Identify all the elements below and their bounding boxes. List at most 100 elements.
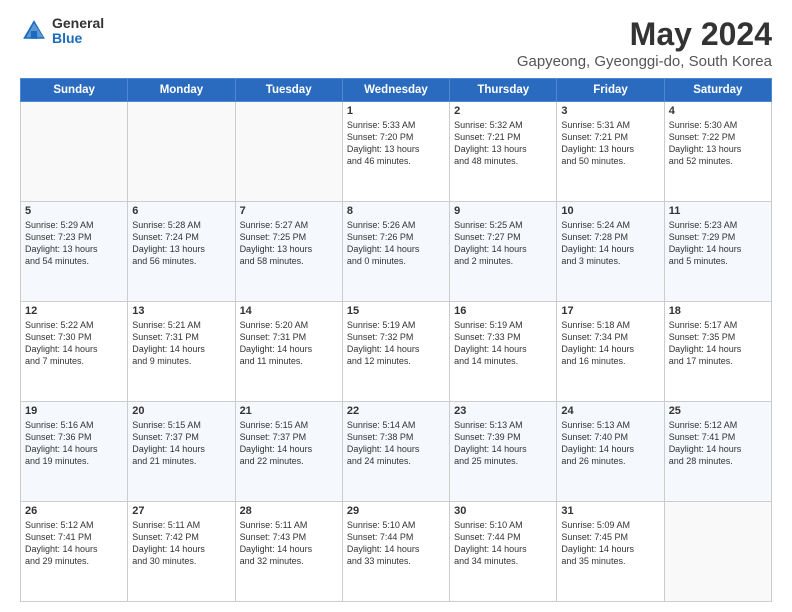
day-info: Sunrise: 5:19 AM Sunset: 7:32 PM Dayligh… [347,319,445,368]
day-info: Sunrise: 5:30 AM Sunset: 7:22 PM Dayligh… [669,119,767,168]
calendar-cell: 30Sunrise: 5:10 AM Sunset: 7:44 PM Dayli… [450,502,557,602]
day-number: 5 [25,205,123,217]
day-info: Sunrise: 5:19 AM Sunset: 7:33 PM Dayligh… [454,319,552,368]
day-info: Sunrise: 5:11 AM Sunset: 7:42 PM Dayligh… [132,519,230,568]
day-number: 28 [240,505,338,517]
day-number: 1 [347,105,445,117]
day-number: 13 [132,305,230,317]
calendar-page: General Blue May 2024 Gapyeong, Gyeonggi… [0,0,792,612]
logo-text: General Blue [52,16,104,47]
day-info: Sunrise: 5:11 AM Sunset: 7:43 PM Dayligh… [240,519,338,568]
calendar-cell: 12 Sunrise: 5:22 AM Sunset: 7:30 PM Dayli… [21,302,128,402]
day-header-tuesday: Tuesday [235,79,342,102]
calendar-cell: 5 Sunrise: 5:29 AM Sunset: 7:23 PM Daylig… [21,202,128,302]
day-info: Sunrise: 5:14 AM Sunset: 7:38 PM Dayligh… [347,419,445,468]
week-row-2: 5 Sunrise: 5:29 AM Sunset: 7:23 PM Daylig… [21,202,772,302]
day-info: Sunrise: 5:12 AM Sunset: 7:41 PM Dayligh… [25,519,123,568]
day-number: 25 [669,405,767,417]
calendar-cell: 6Sunrise: 5:28 AM Sunset: 7:24 PM Daylig… [128,202,235,302]
calendar-cell: 24 Sunrise: 5:13 AM Sunset: 7:40 PM Dayli… [557,402,664,502]
day-info: Sunrise: 5:16 AM Sunset: 7:36 PM Dayligh… [25,419,123,468]
day-header-saturday: Saturday [664,79,771,102]
calendar-cell: 21 Sunrise: 5:15 AM Sunset: 7:37 PM Dayli… [235,402,342,502]
day-number: 23 [454,405,552,417]
day-info: Sunrise: 5:33 AM Sunset: 7:20 PM Dayligh… [347,119,445,168]
day-header-wednesday: Wednesday [342,79,449,102]
day-number: 19 [25,405,123,417]
calendar-cell: 23Sunrise: 5:13 AM Sunset: 7:39 PM Dayli… [450,402,557,502]
header-row: SundayMondayTuesdayWednesdayThursdayFrid… [21,79,772,102]
day-number: 7 [240,205,338,217]
day-number: 10 [561,205,659,217]
calendar-cell [21,102,128,202]
calendar-cell: 22 Sunrise: 5:14 AM Sunset: 7:38 PM Dayli… [342,402,449,502]
calendar-cell: 25 Sunrise: 5:12 AM Sunset: 7:41 PM Dayli… [664,402,771,502]
calendar-cell: 4 Sunrise: 5:30 AM Sunset: 7:22 PM Daylig… [664,102,771,202]
day-header-thursday: Thursday [450,79,557,102]
week-row-1: 1 Sunrise: 5:33 AM Sunset: 7:20 PM Daylig… [21,102,772,202]
day-number: 20 [132,405,230,417]
calendar-cell: 8Sunrise: 5:26 AM Sunset: 7:26 PM Daylig… [342,202,449,302]
calendar-cell: 17 Sunrise: 5:18 AM Sunset: 7:34 PM Dayli… [557,302,664,402]
calendar-cell [235,102,342,202]
day-info: Sunrise: 5:29 AM Sunset: 7:23 PM Dayligh… [25,219,123,268]
day-info: Sunrise: 5:27 AM Sunset: 7:25 PM Dayligh… [240,219,338,268]
day-number: 21 [240,405,338,417]
logo-blue-text: Blue [52,31,104,46]
week-row-3: 12 Sunrise: 5:22 AM Sunset: 7:30 PM Dayli… [21,302,772,402]
day-number: 11 [669,205,767,217]
calendar-cell: 19 Sunrise: 5:16 AM Sunset: 7:36 PM Dayli… [21,402,128,502]
calendar-table: SundayMondayTuesdayWednesdayThursdayFrid… [20,78,772,602]
title-block: May 2024 Gapyeong, Gyeonggi-do, South Ko… [517,16,772,70]
day-info: Sunrise: 5:31 AM Sunset: 7:21 PM Dayligh… [561,119,659,168]
day-info: Sunrise: 5:25 AM Sunset: 7:27 PM Dayligh… [454,219,552,268]
day-info: Sunrise: 5:32 AM Sunset: 7:21 PM Dayligh… [454,119,552,168]
calendar-cell [664,502,771,602]
calendar-cell: 1 Sunrise: 5:33 AM Sunset: 7:20 PM Daylig… [342,102,449,202]
day-info: Sunrise: 5:15 AM Sunset: 7:37 PM Dayligh… [240,419,338,468]
day-number: 14 [240,305,338,317]
calendar-cell: 9 Sunrise: 5:25 AM Sunset: 7:27 PM Daylig… [450,202,557,302]
day-number: 22 [347,405,445,417]
calendar-cell: 18Sunrise: 5:17 AM Sunset: 7:35 PM Dayli… [664,302,771,402]
day-number: 29 [347,505,445,517]
day-number: 12 [25,305,123,317]
calendar-cell: 26Sunrise: 5:12 AM Sunset: 7:41 PM Dayli… [21,502,128,602]
day-number: 31 [561,505,659,517]
day-info: Sunrise: 5:10 AM Sunset: 7:44 PM Dayligh… [347,519,445,568]
day-number: 8 [347,205,445,217]
day-number: 9 [454,205,552,217]
day-info: Sunrise: 5:22 AM Sunset: 7:30 PM Dayligh… [25,319,123,368]
day-number: 2 [454,105,552,117]
day-number: 24 [561,405,659,417]
calendar-cell: 2 Sunrise: 5:32 AM Sunset: 7:21 PM Daylig… [450,102,557,202]
day-info: Sunrise: 5:20 AM Sunset: 7:31 PM Dayligh… [240,319,338,368]
logo-icon [20,17,48,45]
logo: General Blue [20,16,104,47]
calendar-cell: 11Sunrise: 5:23 AM Sunset: 7:29 PM Dayli… [664,202,771,302]
day-info: Sunrise: 5:28 AM Sunset: 7:24 PM Dayligh… [132,219,230,268]
calendar-cell: 14 Sunrise: 5:20 AM Sunset: 7:31 PM Dayli… [235,302,342,402]
calendar-cell: 3 Sunrise: 5:31 AM Sunset: 7:21 PM Daylig… [557,102,664,202]
week-row-5: 26Sunrise: 5:12 AM Sunset: 7:41 PM Dayli… [21,502,772,602]
week-row-4: 19 Sunrise: 5:16 AM Sunset: 7:36 PM Dayli… [21,402,772,502]
calendar-cell: 31 Sunrise: 5:09 AM Sunset: 7:45 PM Dayli… [557,502,664,602]
calendar-cell: 20 Sunrise: 5:15 AM Sunset: 7:37 PM Dayli… [128,402,235,502]
day-info: Sunrise: 5:12 AM Sunset: 7:41 PM Dayligh… [669,419,767,468]
day-number: 27 [132,505,230,517]
day-number: 17 [561,305,659,317]
day-number: 4 [669,105,767,117]
calendar-cell: 7 Sunrise: 5:27 AM Sunset: 7:25 PM Daylig… [235,202,342,302]
day-header-friday: Friday [557,79,664,102]
day-info: Sunrise: 5:15 AM Sunset: 7:37 PM Dayligh… [132,419,230,468]
day-info: Sunrise: 5:18 AM Sunset: 7:34 PM Dayligh… [561,319,659,368]
header: General Blue May 2024 Gapyeong, Gyeonggi… [20,16,772,70]
day-info: Sunrise: 5:09 AM Sunset: 7:45 PM Dayligh… [561,519,659,568]
day-info: Sunrise: 5:13 AM Sunset: 7:40 PM Dayligh… [561,419,659,468]
calendar-cell: 16Sunrise: 5:19 AM Sunset: 7:33 PM Dayli… [450,302,557,402]
day-header-sunday: Sunday [21,79,128,102]
day-info: Sunrise: 5:17 AM Sunset: 7:35 PM Dayligh… [669,319,767,368]
calendar-cell: 10Sunrise: 5:24 AM Sunset: 7:28 PM Dayli… [557,202,664,302]
calendar-cell: 28 Sunrise: 5:11 AM Sunset: 7:43 PM Dayli… [235,502,342,602]
day-number: 3 [561,105,659,117]
